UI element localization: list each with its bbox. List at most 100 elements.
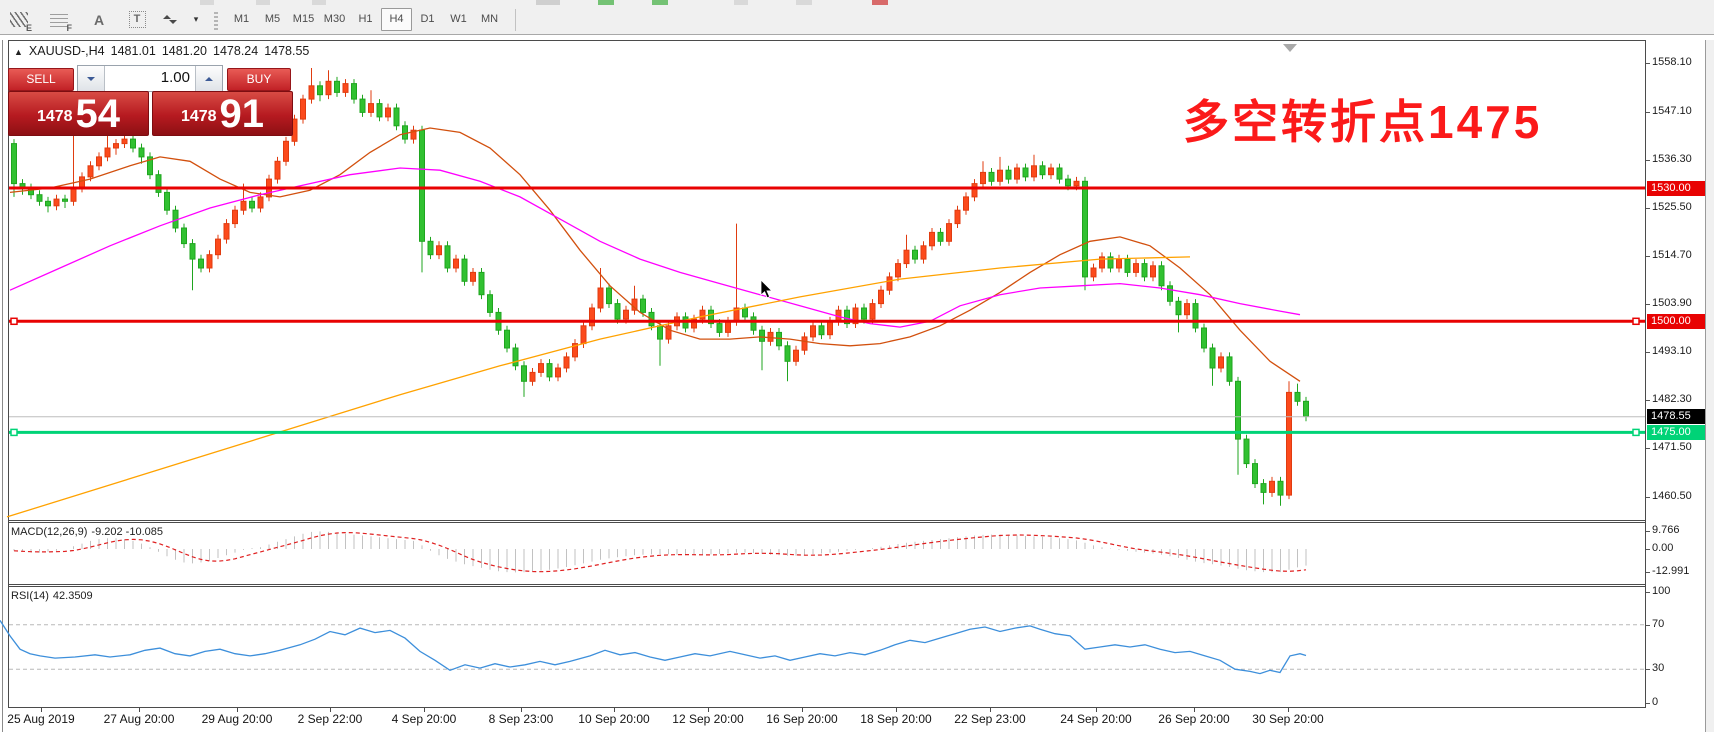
date-axis-label[interactable]: 22 Sep 23:00 (954, 712, 1025, 726)
buy-price-minor: 91 (220, 96, 265, 132)
date-axis-label[interactable]: 10 Sep 20:00 (578, 712, 649, 726)
rsi-line (0, 620, 1306, 673)
timeframe-button-M30[interactable]: M30 (319, 8, 350, 31)
price-level-badge: 1500.00 (1647, 314, 1705, 329)
text-annotation-icon[interactable]: A (86, 8, 112, 32)
rsi-panel-bottom-border (8, 707, 1646, 708)
date-axis-label[interactable]: 30 Sep 20:00 (1252, 712, 1323, 726)
timeframe-button-MN[interactable]: MN (474, 8, 505, 31)
volume-spinner: 1.00 (77, 65, 223, 92)
price-axis-label: 1503.90 (1652, 297, 1692, 309)
date-axis-label[interactable]: 4 Sep 20:00 (392, 712, 457, 726)
timeframe-button-D1[interactable]: D1 (412, 8, 443, 31)
rsi-axis-tick (1646, 703, 1650, 704)
arrange-arrows-icon[interactable] (162, 8, 188, 32)
buy-price-display[interactable]: 1478 91 (152, 91, 293, 136)
volume-decrease-button[interactable] (78, 66, 105, 91)
one-click-trading-panel: SELL 1.00 BUY 1478 54 1478 91 (8, 60, 296, 138)
price-axis-label: 1514.70 (1652, 249, 1692, 261)
main-panel-bottom-border[interactable] (8, 520, 1646, 521)
price-axis-label: 1536.30 (1652, 153, 1692, 165)
macd-indicator-label: MACD(12,26,9)-9.202 -10.085 (11, 526, 167, 538)
price-axis-tick (1646, 497, 1650, 498)
price-axis-label: 1525.50 (1652, 201, 1692, 213)
date-axis-label[interactable]: 12 Sep 20:00 (672, 712, 743, 726)
right-scroll-strip[interactable] (1705, 40, 1714, 732)
macd-axis-label: -12.991 (1652, 565, 1689, 577)
timeframe-button-W1[interactable]: W1 (443, 8, 474, 31)
macd-axis-tick (1646, 572, 1650, 573)
timeframe-button-M1[interactable]: M1 (226, 8, 257, 31)
macd-axis-tick (1646, 531, 1650, 532)
rsi-indicator-label: RSI(14)42.3509 (11, 590, 97, 602)
price-axis-tick (1646, 256, 1650, 257)
icon-letter: T (129, 11, 146, 28)
date-axis-label[interactable]: 24 Sep 20:00 (1060, 712, 1131, 726)
price-axis-tick (1646, 400, 1650, 401)
rsi-axis-tick (1646, 625, 1650, 626)
buy-button[interactable]: BUY (227, 68, 291, 91)
rsi-axis-tick (1646, 669, 1650, 670)
dropdown-caret-icon[interactable]: ▾ (190, 8, 202, 32)
crosshatch-expert-icon[interactable]: E (6, 8, 32, 32)
price-axis-tick (1646, 63, 1650, 64)
rsi-level-lines (9, 625, 1645, 669)
rsi-axis-label: 0 (1652, 696, 1658, 708)
chart-text-annotation[interactable]: 多空转折点1475 (1183, 86, 1542, 152)
mouse-cursor (760, 280, 774, 300)
rsi-axis-label: 30 (1652, 662, 1664, 674)
sell-button[interactable]: SELL (8, 68, 74, 91)
timeframe-button-H1[interactable]: H1 (350, 8, 381, 31)
buy-price-major: 1478 (181, 102, 217, 132)
horizontal-levels-layer[interactable] (9, 188, 1645, 435)
price-axis-label: 1460.50 (1652, 490, 1692, 502)
date-axis-label[interactable]: 18 Sep 20:00 (860, 712, 931, 726)
icon-letter: E (26, 23, 32, 33)
rsi-axis-label: 100 (1652, 585, 1670, 597)
rsi-axis-tick (1646, 592, 1650, 593)
icon-letter: F (67, 23, 73, 33)
quote-close: 1478.55 (264, 44, 309, 58)
volume-increase-button[interactable] (195, 66, 222, 91)
toolbar-drag-handle[interactable] (214, 10, 218, 30)
price-axis-label: 1547.10 (1652, 105, 1692, 117)
chart-header: ▲ XAUUSD-,H4 1481.01 1481.20 1478.24 1478.55 (14, 44, 315, 58)
date-axis-label[interactable]: 29 Aug 20:00 (202, 712, 273, 726)
macd-panel-bottom-border[interactable] (8, 584, 1646, 585)
text-label-icon[interactable]: T (124, 8, 150, 32)
one-click-collapse-icon[interactable]: ▲ (14, 47, 23, 57)
macd-canvas[interactable] (0, 522, 1646, 584)
sell-price-display[interactable]: 1478 54 (8, 91, 149, 136)
timeframe-button-M15[interactable]: M15 (288, 8, 319, 31)
date-axis-label[interactable]: 27 Aug 20:00 (104, 712, 175, 726)
fibonacci-grid-icon[interactable]: F (46, 8, 72, 32)
toolbar-separator (515, 9, 516, 31)
symbol-period-label: XAUUSD-,H4 (29, 44, 105, 58)
price-axis-tick (1646, 304, 1650, 305)
date-axis-label[interactable]: 26 Sep 20:00 (1158, 712, 1229, 726)
mt4-terminal: E F A T ▾ M1M5M15M30H1H4D1W1MN ▲ XAUUSD-,… (0, 0, 1714, 732)
macd-axis-tick (1646, 549, 1650, 550)
volume-input[interactable]: 1.00 (105, 66, 195, 91)
date-axis-label[interactable]: 25 Aug 2019 (7, 712, 74, 726)
price-axis-label: 1493.10 (1652, 345, 1692, 357)
price-axis-tick (1646, 448, 1650, 449)
chart-shift-marker[interactable] (1283, 44, 1297, 59)
quote-high: 1481.20 (162, 44, 207, 58)
price-axis-tick (1646, 352, 1650, 353)
date-axis-label[interactable]: 8 Sep 23:00 (489, 712, 554, 726)
timeframe-button-M5[interactable]: M5 (257, 8, 288, 31)
down-arrow-icon (87, 77, 95, 85)
rsi-canvas[interactable] (0, 586, 1646, 707)
up-arrow-icon (205, 73, 213, 81)
price-axis-tick (1646, 160, 1650, 161)
grid-glyph (50, 13, 68, 27)
price-axis-label: 1558.10 (1652, 56, 1692, 68)
price-axis-label: 1482.30 (1652, 393, 1692, 405)
quote-open: 1481.01 (111, 44, 156, 58)
date-axis-label[interactable]: 2 Sep 22:00 (298, 712, 363, 726)
current-price-badge: 1478.55 (1647, 409, 1705, 424)
quote-low: 1478.24 (213, 44, 258, 58)
date-axis-label[interactable]: 16 Sep 20:00 (766, 712, 837, 726)
timeframe-button-H4[interactable]: H4 (381, 8, 412, 31)
